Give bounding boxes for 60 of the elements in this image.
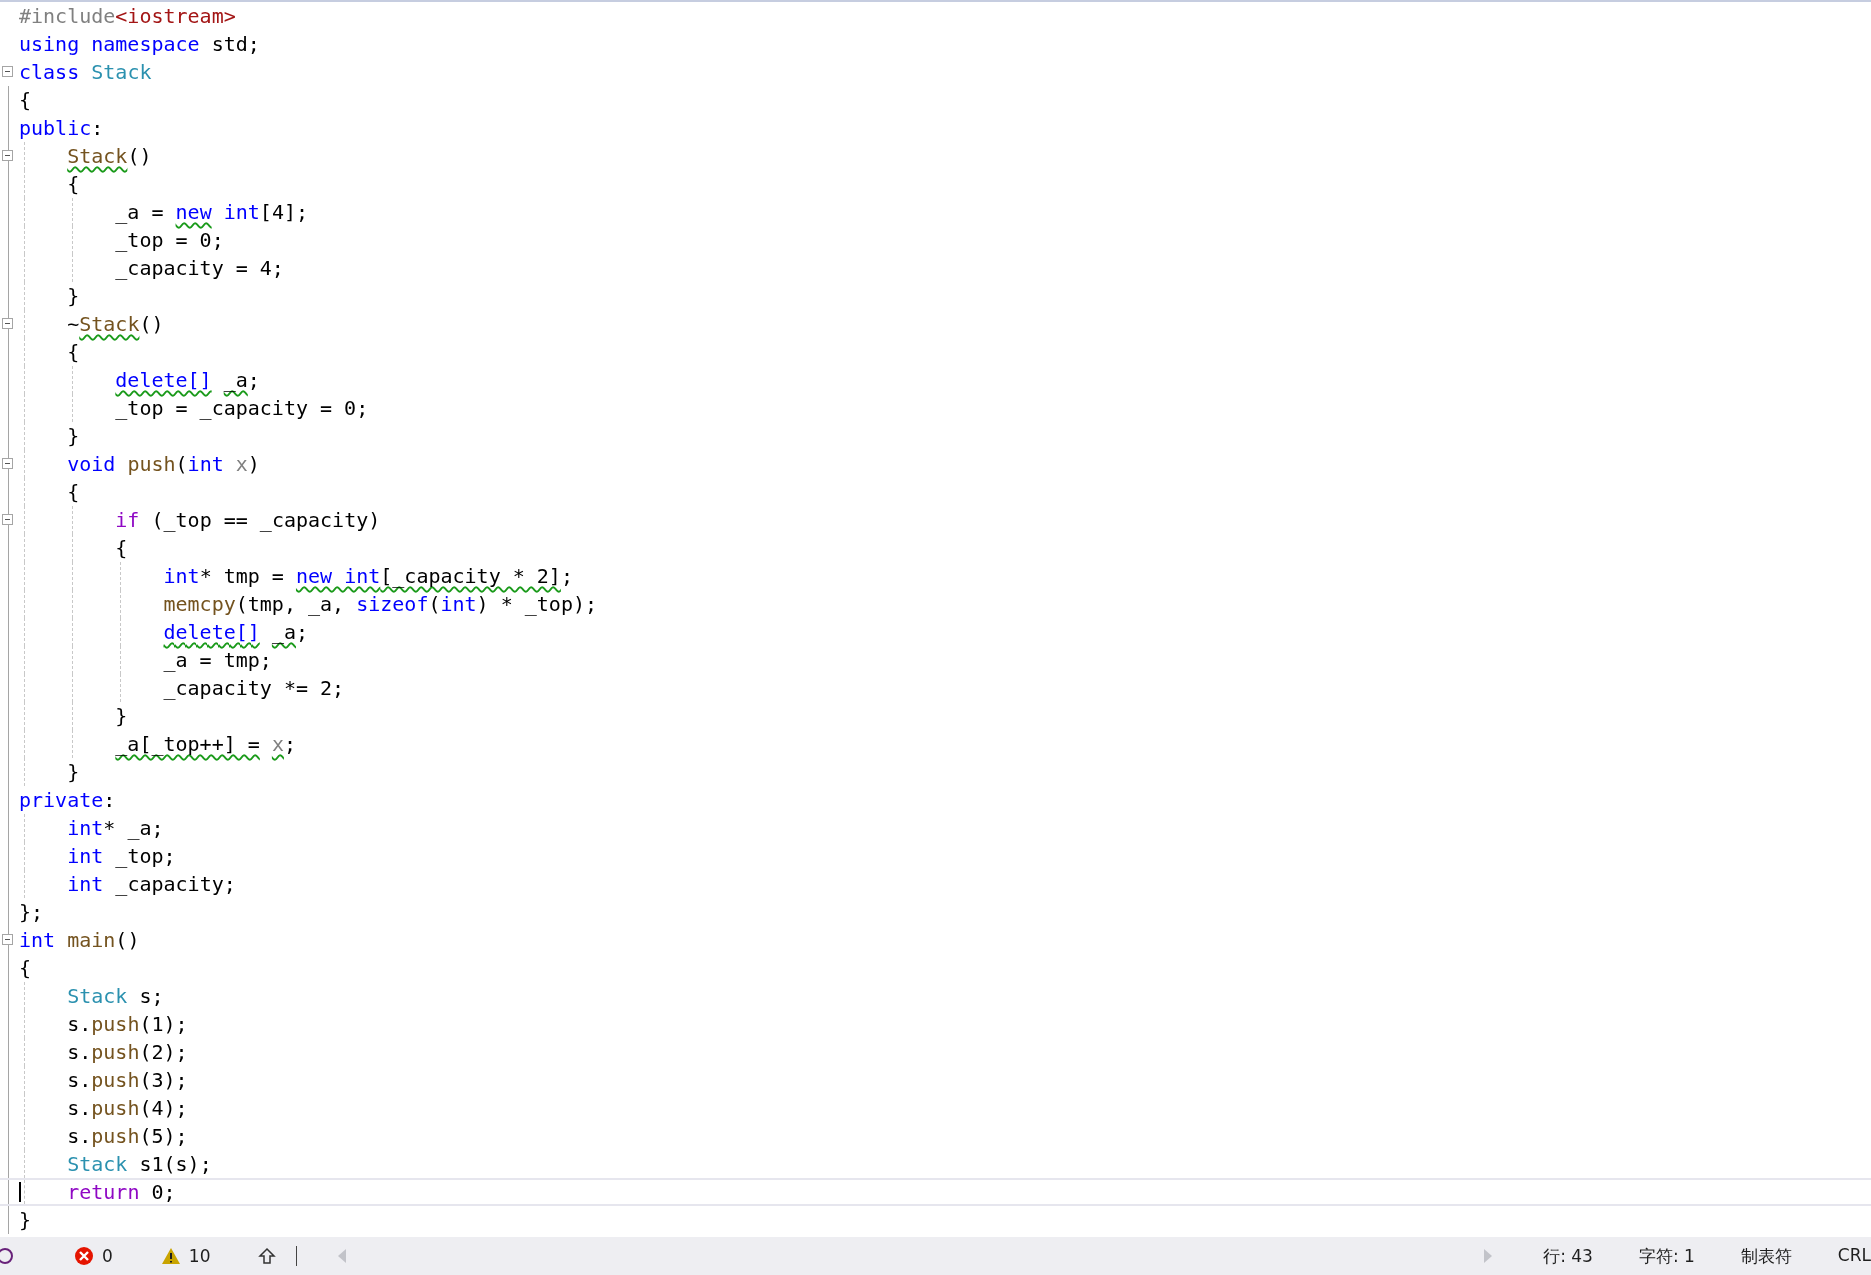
collapse-icon[interactable] [2,150,13,161]
code-line: _top = 0; [114,227,224,254]
code-line: delete[] _a; [162,619,308,646]
status-icon[interactable] [0,1247,14,1265]
code-line: { [19,87,32,114]
collapse-icon[interactable] [2,318,13,329]
error-count[interactable]: 0 [102,1246,113,1266]
status-text[interactable]: 制表符 [1740,1244,1792,1268]
error-icon [74,1246,94,1266]
code-line: private: [19,787,116,814]
code-line: s.push(1); [66,1011,188,1038]
code-line: delete[] _a; [114,367,260,394]
warning-icon [160,1247,181,1265]
code-line: int* tmp = new int[_capacity * 2]; [162,563,573,590]
code-line: int _top; [66,843,176,870]
code-line: void push(int x) [66,451,260,478]
code-line: #include<iostream> [19,3,236,30]
code-line: } [19,1207,32,1234]
code-line: if (_top == _capacity) [114,507,381,534]
code-line: } [66,283,80,310]
code-line: _a = new int[4]; [114,199,308,226]
code-line: _top = _capacity = 0; [114,395,369,422]
code-line: Stack() [66,143,152,170]
code-line: } [114,703,128,730]
status-text[interactable]: CRL [1837,1244,1871,1268]
code-line: { [19,955,32,982]
code-line: return 0; [66,1179,176,1206]
code-line: } [66,423,80,450]
code-line: s.push(4); [66,1095,188,1122]
status-text[interactable]: 行: 43 [1543,1244,1593,1268]
code-line: public: [19,115,104,142]
code-line: class Stack [19,59,152,86]
status-text[interactable]: 字符: 1 [1638,1244,1695,1268]
warning-count[interactable]: 10 [188,1246,211,1266]
code-line: Stack s1(s); [66,1151,212,1178]
code-line: _capacity = 4; [114,255,284,282]
code-line: _capacity *= 2; [162,675,345,702]
collapse-icon[interactable] [2,514,13,525]
code-line: s.push(5); [66,1123,188,1150]
code-line: int _capacity; [66,871,236,898]
code-line: ~Stack() [66,311,164,338]
code-line: int* _a; [66,815,164,842]
code-line: { [66,339,80,366]
code-line: { [114,535,128,562]
code-line: s.push(3); [66,1067,188,1094]
code-line: using namespace std; [19,31,260,58]
code-line: } [66,759,80,786]
code-line: { [66,479,80,506]
up-arrow-icon[interactable] [258,1247,277,1265]
collapse-icon[interactable] [2,458,13,469]
code-line: s.push(2); [66,1039,188,1066]
code-line: _a = tmp; [162,647,272,674]
code-line: int main() [19,927,140,954]
collapse-icon[interactable] [2,66,13,77]
code-line: }; [19,899,44,926]
collapse-icon[interactable] [2,934,13,945]
code-line: memcpy(tmp, _a, sizeof(int) * _top); [162,591,597,618]
code-line: Stack s; [66,983,164,1010]
code-line: { [66,171,80,198]
code-line: _a[_top++] = x; [114,731,296,758]
